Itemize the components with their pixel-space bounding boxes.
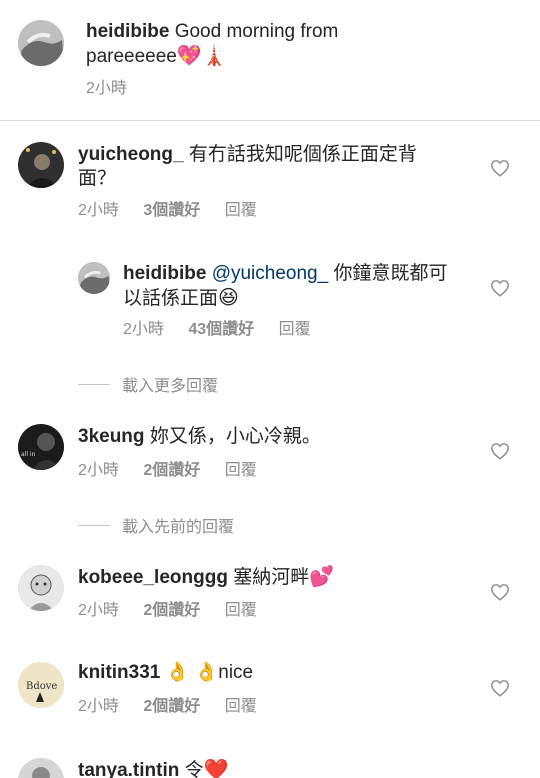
avatar[interactable] [18,565,64,611]
reply-button[interactable]: 回覆 [225,698,257,715]
svg-text:all in: all in [21,451,36,458]
reply-time: 2小時 [123,321,164,338]
comment-emoji: 💕 [309,566,335,588]
comment-time: 2小時 [78,698,119,715]
comment-username[interactable]: kobeee_leonggg [78,567,228,588]
like-heart-icon[interactable] [490,159,510,177]
load-more-label: 載入更多回覆 [122,378,219,395]
caption-text: heidibibe Good morning from pareeeeee💖🗼 [86,20,416,69]
like-heart-icon[interactable] [490,442,510,460]
comment-emoji: ❤️ [203,759,229,778]
comment-body: 👌 👌nice [165,662,254,683]
mention-link[interactable]: @yuicheong_ [212,263,328,284]
reply-username[interactable]: heidibibe [123,263,206,284]
caption-timestamp: 2小時 [86,80,127,97]
comment-text: knitin331 👌 👌nice [78,661,448,685]
load-previous-replies[interactable]: 載入先前的回覆 [78,513,234,537]
comment-text: yuicheong_ 有冇話我知呢個係正面定背面？ [78,143,448,191]
avatar[interactable] [18,758,64,778]
divider-line [78,383,110,385]
like-heart-icon[interactable] [490,279,510,297]
reply-button[interactable]: 回覆 [279,321,311,338]
reply-meta: 2小時 43個讚好 回覆 [123,320,331,340]
comment-time: 2小時 [78,462,119,479]
comment-likes[interactable]: 2個讚好 [143,602,200,619]
avatar[interactable]: all in [18,424,64,470]
avatar[interactable] [18,142,64,188]
comment-body: 令 [184,760,204,778]
like-heart-icon[interactable] [490,583,510,601]
load-more-replies[interactable]: 載入更多回覆 [78,372,218,396]
load-previous-label: 載入先前的回覆 [122,519,235,536]
comment-meta: 2小時 3個讚好 回覆 [78,201,277,221]
comment-meta: 2小時 2個讚好 回覆 [78,697,277,717]
comment-meta: 2小時 2個讚好 回覆 [78,601,277,621]
like-heart-icon[interactable] [490,679,510,697]
comment-username[interactable]: tanya.tintin [78,760,179,778]
comment-body: 塞納河畔 [233,567,310,588]
comment-meta: 2小時 2個讚好 回覆 [78,461,277,481]
caption-emoji: 💖🗼 [176,45,227,67]
reply-button[interactable]: 回覆 [225,462,257,479]
reply-emoji: 😆 [218,287,239,309]
divider [0,120,540,121]
avatar[interactable]: Bdove [18,662,64,708]
comment-time: 2小時 [78,202,119,219]
comment-body: 妳又係，小心冷親。 [149,426,321,447]
caption-time: 2小時 [86,79,147,99]
caption-username[interactable]: heidibibe [86,21,169,42]
comment-text: tanya.tintin 令❤️ [78,758,448,778]
comment-text: kobeee_leonggg 塞納河畔💕 [78,565,448,590]
comment-username[interactable]: yuicheong_ [78,144,184,165]
comment-time: 2小時 [78,602,119,619]
comment-likes[interactable]: 2個讚好 [143,462,200,479]
comment-username[interactable]: knitin331 [78,662,160,683]
divider-line [78,524,110,526]
reply-text: heidibibe @yuicheong_ 你鐘意既都可以話係正面😆 [123,262,453,311]
avatar[interactable] [78,262,110,294]
comment-likes[interactable]: 3個讚好 [143,202,200,219]
reply-likes[interactable]: 43個讚好 [188,321,254,338]
svg-text:Bdove: Bdove [26,681,57,692]
reply-button[interactable]: 回覆 [225,602,257,619]
avatar[interactable] [18,20,64,66]
comment-likes[interactable]: 2個讚好 [143,698,200,715]
comment-text: 3keung 妳又係，小心冷親。 [78,425,448,449]
reply-button[interactable]: 回覆 [225,202,257,219]
comment-username[interactable]: 3keung [78,426,145,447]
